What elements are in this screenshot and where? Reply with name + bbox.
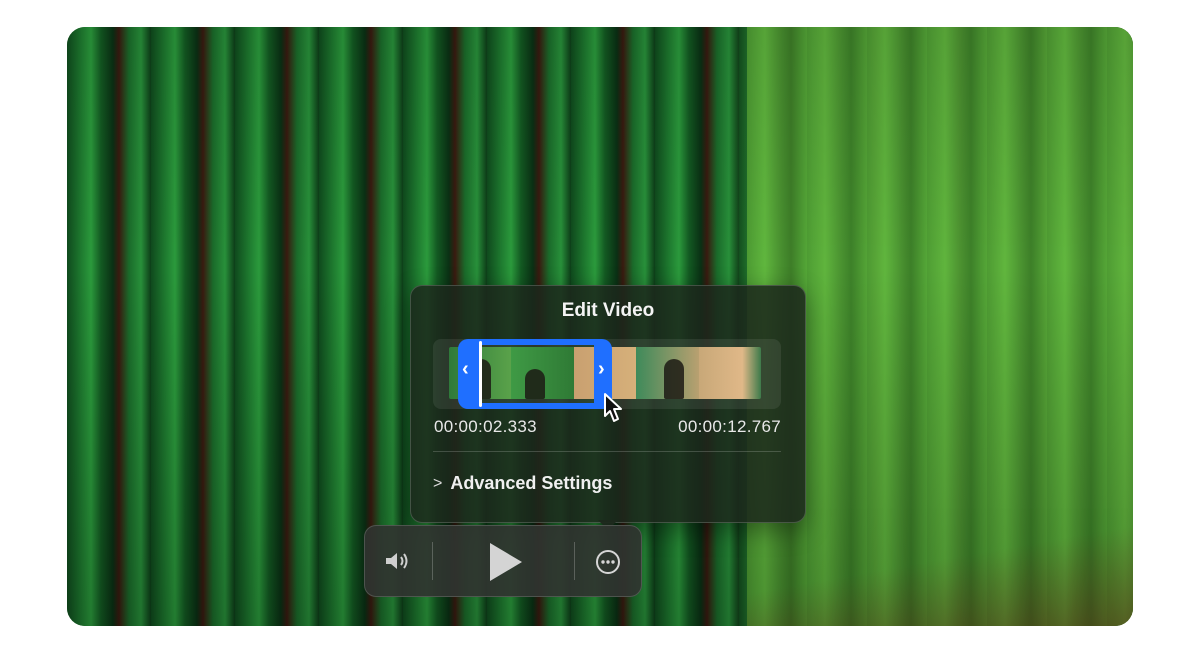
chevron-right-icon: >: [433, 474, 443, 492]
mouse-cursor-icon: [604, 393, 622, 422]
divider: [433, 451, 781, 452]
speaker-icon: [386, 553, 408, 569]
play-button[interactable]: [483, 540, 527, 584]
trim-start-time: 00:00:02.333: [434, 417, 537, 436]
advanced-settings-disclosure[interactable]: > Advanced Settings: [433, 473, 612, 494]
advanced-settings-label: Advanced Settings: [450, 473, 613, 493]
filmstrip-frame: [698, 347, 761, 399]
volume-button[interactable]: [381, 546, 415, 576]
filmstrip-frame: [636, 347, 699, 399]
play-icon: [490, 543, 522, 581]
playback-controls: [364, 525, 642, 597]
more-options-button[interactable]: [593, 547, 623, 577]
trim-start-handle[interactable]: ‹: [462, 358, 469, 381]
playhead[interactable]: [479, 341, 482, 407]
trim-end-time: 00:00:12.767: [678, 417, 781, 436]
popover-title: Edit Video: [561, 300, 655, 321]
trim-end-handle[interactable]: ›: [598, 358, 605, 381]
ellipsis-circle-icon: [596, 550, 620, 574]
